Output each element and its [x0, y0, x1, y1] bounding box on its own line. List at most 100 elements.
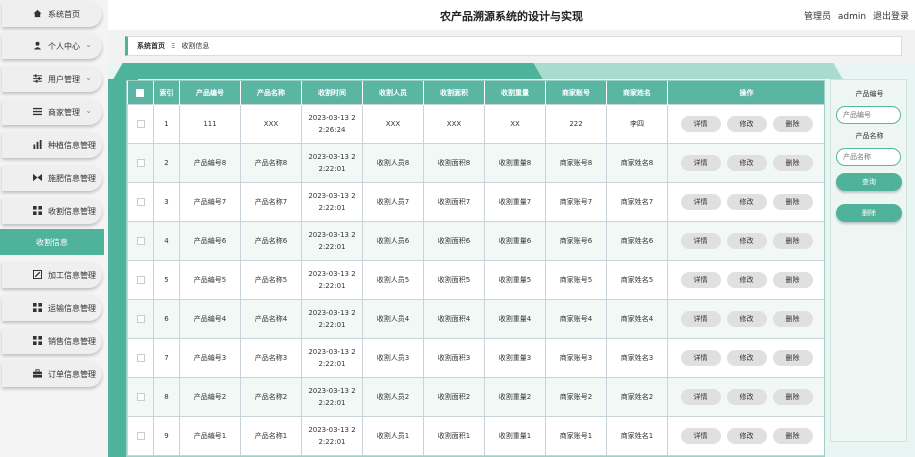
- cell-harvest-time: 2023-03-13 2 2:22:01: [301, 377, 363, 417]
- sidebar-item-merchants[interactable]: 商家管理 ⌄: [2, 99, 102, 125]
- delete-button[interactable]: 删除: [772, 311, 813, 327]
- cell-area: 收割面积8: [423, 143, 485, 183]
- sidebar-item-harvest[interactable]: 收割信息管理 ⌃: [2, 198, 102, 224]
- edit-button[interactable]: 修改: [726, 116, 767, 132]
- product-no-input[interactable]: [836, 106, 901, 124]
- product-name-input[interactable]: [836, 148, 901, 166]
- cell-area: 收割面积1: [423, 416, 485, 456]
- edit-button[interactable]: 修改: [726, 233, 767, 249]
- cell-merchant-name: 商家姓名3: [606, 338, 668, 378]
- cell-product-name: 产品名称6: [240, 221, 302, 261]
- row-checkbox[interactable]: [127, 260, 154, 300]
- time-line: 2:22:01: [318, 360, 346, 368]
- cell-product-name: 产品名称3: [240, 338, 302, 378]
- sidebar-item-processing[interactable]: 加工信息管理 ⌄: [2, 262, 102, 288]
- sidebar-item-fertilizing[interactable]: 施肥信息管理 ⌄: [2, 165, 102, 191]
- chevron-down-icon: ⌄: [85, 106, 92, 115]
- cell-merchant-account: 商家账号4: [545, 299, 607, 339]
- cell-index: 7: [153, 338, 180, 378]
- detail-button[interactable]: 详情: [680, 389, 721, 405]
- row-checkbox[interactable]: [127, 104, 154, 144]
- edit-button[interactable]: 修改: [726, 272, 767, 288]
- briefcase-icon: [33, 369, 42, 378]
- sidebar-subitem-harvest-info[interactable]: 收割信息: [0, 229, 104, 255]
- chevron-down-icon: ⌄: [85, 139, 92, 148]
- cell-index: 8: [153, 377, 180, 417]
- delete-button[interactable]: 删除: [772, 194, 813, 210]
- cell-product-no: 产品编号6: [179, 221, 241, 261]
- cell-harvester: 收割人员4: [362, 299, 424, 339]
- detail-button[interactable]: 详情: [680, 116, 721, 132]
- cell-weight: 收割重量6: [484, 221, 546, 261]
- breadcrumb-home[interactable]: 系统首页: [137, 41, 165, 51]
- edit-button[interactable]: 修改: [726, 389, 767, 405]
- sidebar-item-planting[interactable]: 种植信息管理 ⌄: [2, 132, 102, 158]
- sidebar-item-transport[interactable]: 运输信息管理 ⌄: [2, 295, 102, 321]
- row-checkbox[interactable]: [127, 143, 154, 183]
- cell-merchant-name: 商家姓名5: [606, 260, 668, 300]
- chevron-down-icon: ⌄: [85, 302, 92, 311]
- cell-harvester: 收割人员6: [362, 221, 424, 261]
- delete-button[interactable]: 删除: [772, 116, 813, 132]
- edit-button[interactable]: 修改: [726, 311, 767, 327]
- cell-product-name: XXX: [240, 104, 302, 144]
- cell-index: 9: [153, 416, 180, 456]
- cell-harvester: 收割人员5: [362, 260, 424, 300]
- cell-merchant-account: 商家账号5: [545, 260, 607, 300]
- sidebar-item-profile[interactable]: 个人中心 ⌄: [2, 33, 102, 59]
- delete-selected-button[interactable]: 删除: [836, 204, 902, 222]
- cell-product-no: 产品编号7: [179, 182, 241, 222]
- edit-button[interactable]: 修改: [726, 194, 767, 210]
- delete-button[interactable]: 删除: [772, 389, 813, 405]
- row-checkbox[interactable]: [127, 221, 154, 261]
- select-all-checkbox[interactable]: [127, 81, 154, 105]
- row-checkbox[interactable]: [127, 338, 154, 378]
- row-checkbox[interactable]: [127, 299, 154, 339]
- delete-button[interactable]: 删除: [772, 155, 813, 171]
- cell-harvest-time: 2023-03-13 2 2:22:01: [301, 338, 363, 378]
- cell-actions: 详情 修改 删除: [667, 143, 824, 183]
- time-line: 2:22:01: [318, 204, 346, 212]
- detail-button[interactable]: 详情: [680, 155, 721, 171]
- logout-button[interactable]: 退出登录: [873, 12, 909, 22]
- delete-button[interactable]: 删除: [772, 428, 813, 444]
- detail-button[interactable]: 详情: [680, 233, 721, 249]
- delete-button[interactable]: 删除: [772, 233, 813, 249]
- column-header: 收割面积: [423, 81, 485, 105]
- column-header: 产品名称: [240, 81, 302, 105]
- detail-button[interactable]: 详情: [680, 311, 721, 327]
- detail-button[interactable]: 详情: [680, 350, 721, 366]
- detail-button[interactable]: 详情: [680, 194, 721, 210]
- sidebar-item-sales[interactable]: 销售信息管理 ⌄: [2, 328, 102, 354]
- delete-button[interactable]: 删除: [772, 272, 813, 288]
- row-checkbox[interactable]: [127, 416, 154, 456]
- cell-harvest-time: 2023-03-13 2 2:22:01: [301, 299, 363, 339]
- data-table: 索引 产品编号 产品名称 收割时间 收割人员 收割面积 收割重量 商家账号 商家…: [126, 80, 825, 457]
- cell-product-no: 产品编号4: [179, 299, 241, 339]
- search-button[interactable]: 查询: [836, 173, 902, 191]
- edit-button[interactable]: 修改: [726, 428, 767, 444]
- row-checkbox[interactable]: [127, 182, 154, 222]
- row-checkbox[interactable]: [127, 377, 154, 417]
- sidebar-item-home[interactable]: 系统首页: [2, 1, 102, 27]
- detail-button[interactable]: 详情: [680, 272, 721, 288]
- delete-button[interactable]: 删除: [772, 350, 813, 366]
- column-header: 产品编号: [179, 81, 241, 105]
- cell-harvest-time: 2023-03-13 2 2:22:01: [301, 416, 363, 456]
- product-no-label: 产品编号: [855, 90, 884, 98]
- sidebar-item-users[interactable]: 用户管理 ⌄: [2, 66, 102, 92]
- sidebar-item-orders[interactable]: 订单信息管理 ⌄: [2, 361, 102, 387]
- column-header: 收割人员: [362, 81, 424, 105]
- edit-button[interactable]: 修改: [726, 350, 767, 366]
- cell-area: 收割面积6: [423, 221, 485, 261]
- cell-merchant-account: 商家账号1: [545, 416, 607, 456]
- cell-merchant-account: 商家账号7: [545, 182, 607, 222]
- time-line: 2:22:01: [318, 321, 346, 329]
- edit-button[interactable]: 修改: [726, 155, 767, 171]
- detail-button[interactable]: 详情: [680, 428, 721, 444]
- cell-weight: 收割重量4: [484, 299, 546, 339]
- cell-product-no: 产品编号8: [179, 143, 241, 183]
- sidebar-item-label: 用户管理: [48, 75, 80, 84]
- sliders-icon: [33, 74, 42, 83]
- chevron-down-icon: ⌄: [85, 335, 92, 344]
